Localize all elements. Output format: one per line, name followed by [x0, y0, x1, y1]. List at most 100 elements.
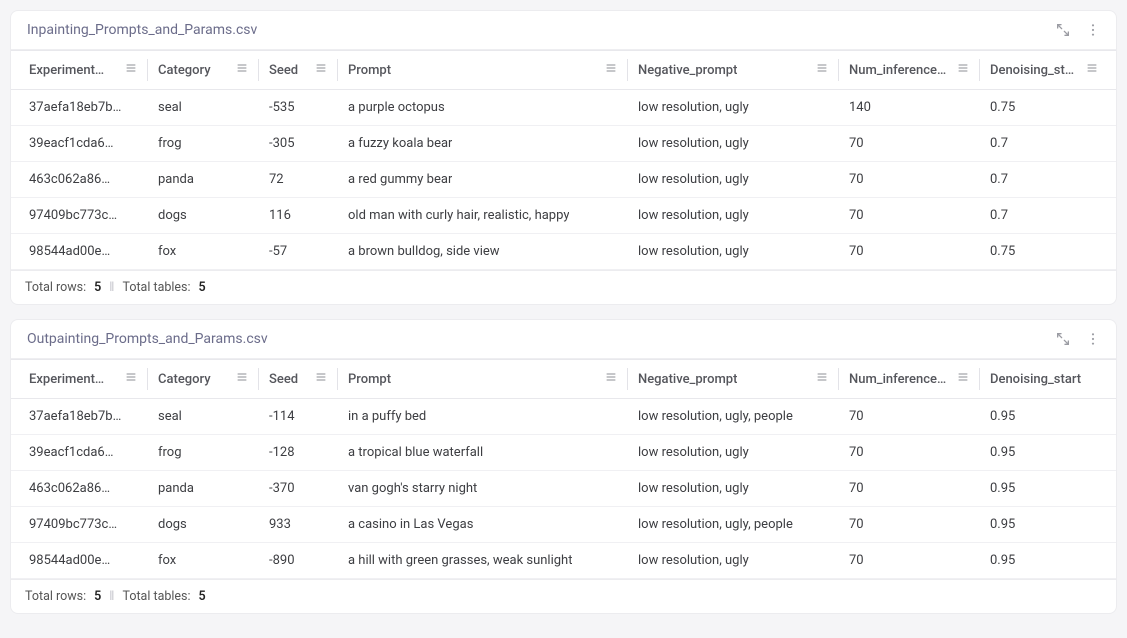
cell-prompt: a purple octopus	[338, 100, 627, 115]
cell-cat: dogs	[148, 208, 258, 223]
table-row[interactable]: 37aefa18eb7b…seal-535a purple octopuslow…	[11, 90, 1116, 126]
table-row[interactable]: 463c062a86…panda72a red gummy bearlow re…	[11, 162, 1116, 198]
panel-header: Inpainting_Prompts_and_Params.csv	[11, 11, 1116, 50]
cell-neg: low resolution, ugly	[628, 136, 838, 151]
cell-prompt: old man with curly hair, realistic, happ…	[338, 208, 627, 223]
column-menu-icon[interactable]	[605, 62, 617, 78]
cell-value: a fuzzy koala bear	[348, 136, 452, 151]
cell-exp: 97409bc773c…	[19, 208, 147, 223]
column-menu-icon[interactable]	[236, 371, 248, 387]
column-menu-icon[interactable]	[125, 62, 137, 78]
cell-value: 0.95	[990, 409, 1015, 424]
cell-exp: 97409bc773c…	[19, 517, 147, 532]
column-label: Negative_prompt	[638, 372, 737, 387]
column-menu-icon[interactable]	[957, 371, 969, 387]
column-header-prompt[interactable]: Prompt	[338, 62, 627, 78]
footer-separator: ‖	[109, 280, 114, 295]
cell-value: 70	[849, 445, 864, 460]
table-row[interactable]: 97409bc773c… dogs 933 a casino in Las Vegas…	[11, 507, 1116, 543]
cell-prompt: a tropical blue waterfall	[338, 445, 627, 460]
column-header-cat[interactable]: Category	[148, 371, 258, 387]
cell-value: low resolution, ugly	[638, 172, 749, 187]
cell-den: 0.7	[980, 208, 1108, 223]
cell-prompt: a casino in Las Vegas	[338, 517, 627, 532]
column-menu-icon[interactable]	[1086, 62, 1098, 78]
cell-prompt: a red gummy bear	[338, 172, 627, 187]
cell-value: van gogh's starry night	[348, 481, 477, 496]
column-header-den[interactable]: Denoising_start	[980, 372, 1108, 387]
column-label: Category	[158, 372, 211, 387]
cell-cat: frog	[148, 445, 258, 460]
column-header-num[interactable]: Num_inference…	[839, 62, 979, 78]
column-menu-icon[interactable]	[605, 371, 617, 387]
table-row[interactable]: 98544ad00e…fox-57a brown bulldog, side v…	[11, 234, 1116, 270]
column-menu-icon[interactable]	[816, 371, 828, 387]
cell-neg: low resolution, ugly	[628, 244, 838, 259]
table-row[interactable]: 39eacf1cda6…frog-305a fuzzy koala bearlo…	[11, 126, 1116, 162]
column-header-num[interactable]: Num_inference…	[839, 371, 979, 387]
column-menu-icon[interactable]	[816, 62, 828, 78]
data-panel: Outpainting_Prompts_and_Params.csv Experi…	[10, 319, 1117, 614]
column-header-exp[interactable]: Experiment…	[19, 371, 147, 387]
column-header-exp[interactable]: Experiment…	[19, 62, 147, 78]
expand-icon[interactable]	[1054, 21, 1072, 39]
column-label: Denoising_start	[990, 372, 1081, 387]
cell-value: low resolution, ugly	[638, 208, 749, 223]
cell-value: 70	[849, 136, 864, 151]
cell-value: low resolution, ugly	[638, 136, 749, 151]
data-panel: Inpainting_Prompts_and_Params.csv Experim…	[10, 10, 1117, 305]
column-menu-icon[interactable]	[315, 371, 327, 387]
cell-prompt: a hill with green grasses, weak sunlight	[338, 553, 627, 568]
cell-cat: fox	[148, 553, 258, 568]
column-label: Num_inference…	[849, 372, 946, 387]
expand-icon[interactable]	[1054, 330, 1072, 348]
cell-value: frog	[158, 445, 182, 460]
column-header-neg[interactable]: Negative_prompt	[628, 62, 838, 78]
cell-value: 70	[849, 208, 864, 223]
column-header-seed[interactable]: Seed	[259, 371, 337, 387]
cell-den: 0.95	[980, 553, 1108, 568]
panel-title: Outpainting_Prompts_and_Params.csv	[27, 331, 268, 347]
column-header-seed[interactable]: Seed	[259, 62, 337, 78]
cell-exp: 37aefa18eb7b…	[19, 100, 147, 115]
cell-den: 0.75	[980, 244, 1108, 259]
cell-value: 97409bc773c…	[29, 517, 117, 532]
cell-neg: low resolution, ugly	[628, 553, 838, 568]
cell-value: -370	[269, 481, 295, 496]
column-menu-icon[interactable]	[957, 62, 969, 78]
cell-value: 0.7	[990, 136, 1008, 151]
cell-value: a tropical blue waterfall	[348, 445, 483, 460]
cell-value: 933	[269, 517, 291, 532]
cell-value: a casino in Las Vegas	[348, 517, 473, 532]
table-row[interactable]: 39eacf1cda6…frog-128a tropical blue wate…	[11, 435, 1116, 471]
column-label: Experiment…	[29, 372, 104, 387]
column-header-prompt[interactable]: Prompt	[338, 371, 627, 387]
more-options-icon[interactable]	[1084, 21, 1102, 39]
column-header-neg[interactable]: Negative_prompt	[628, 371, 838, 387]
cell-value: 140	[849, 100, 871, 115]
cell-num: 140	[839, 100, 979, 115]
cell-value: dogs	[158, 517, 187, 532]
column-menu-icon[interactable]	[315, 62, 327, 78]
panel-footer: Total rows: 5‖Total tables: 5	[11, 270, 1116, 304]
more-options-icon[interactable]	[1084, 330, 1102, 348]
cell-value: 70	[849, 172, 864, 187]
table-row[interactable]: 463c062a86…panda-370van gogh's starry ni…	[11, 471, 1116, 507]
cell-value: 0.95	[990, 481, 1015, 496]
footer-tables-value: 5	[199, 589, 206, 604]
column-header-cat[interactable]: Category	[148, 62, 258, 78]
footer-tables-value: 5	[199, 280, 206, 295]
column-menu-icon[interactable]	[125, 371, 137, 387]
column-label: Num_inference…	[849, 63, 946, 78]
table-row[interactable]: 37aefa18eb7b…seal-114in a puffy bedlow r…	[11, 399, 1116, 435]
table-row[interactable]: 97409bc773c…dogs116old man with curly ha…	[11, 198, 1116, 234]
column-header-den[interactable]: Denoising_start	[980, 62, 1108, 78]
cell-prompt: a fuzzy koala bear	[338, 136, 627, 151]
cell-value: -128	[269, 445, 295, 460]
column-menu-icon[interactable]	[236, 62, 248, 78]
panel-title: Inpainting_Prompts_and_Params.csv	[27, 22, 257, 38]
cell-value: 0.75	[990, 100, 1015, 115]
panel-footer: Total rows: 5‖Total tables: 5	[11, 579, 1116, 613]
table-header: Experiment… Category SeedPrompt Negative_pr…	[11, 359, 1116, 399]
table-row[interactable]: 98544ad00e…fox-890a hill with green gras…	[11, 543, 1116, 579]
